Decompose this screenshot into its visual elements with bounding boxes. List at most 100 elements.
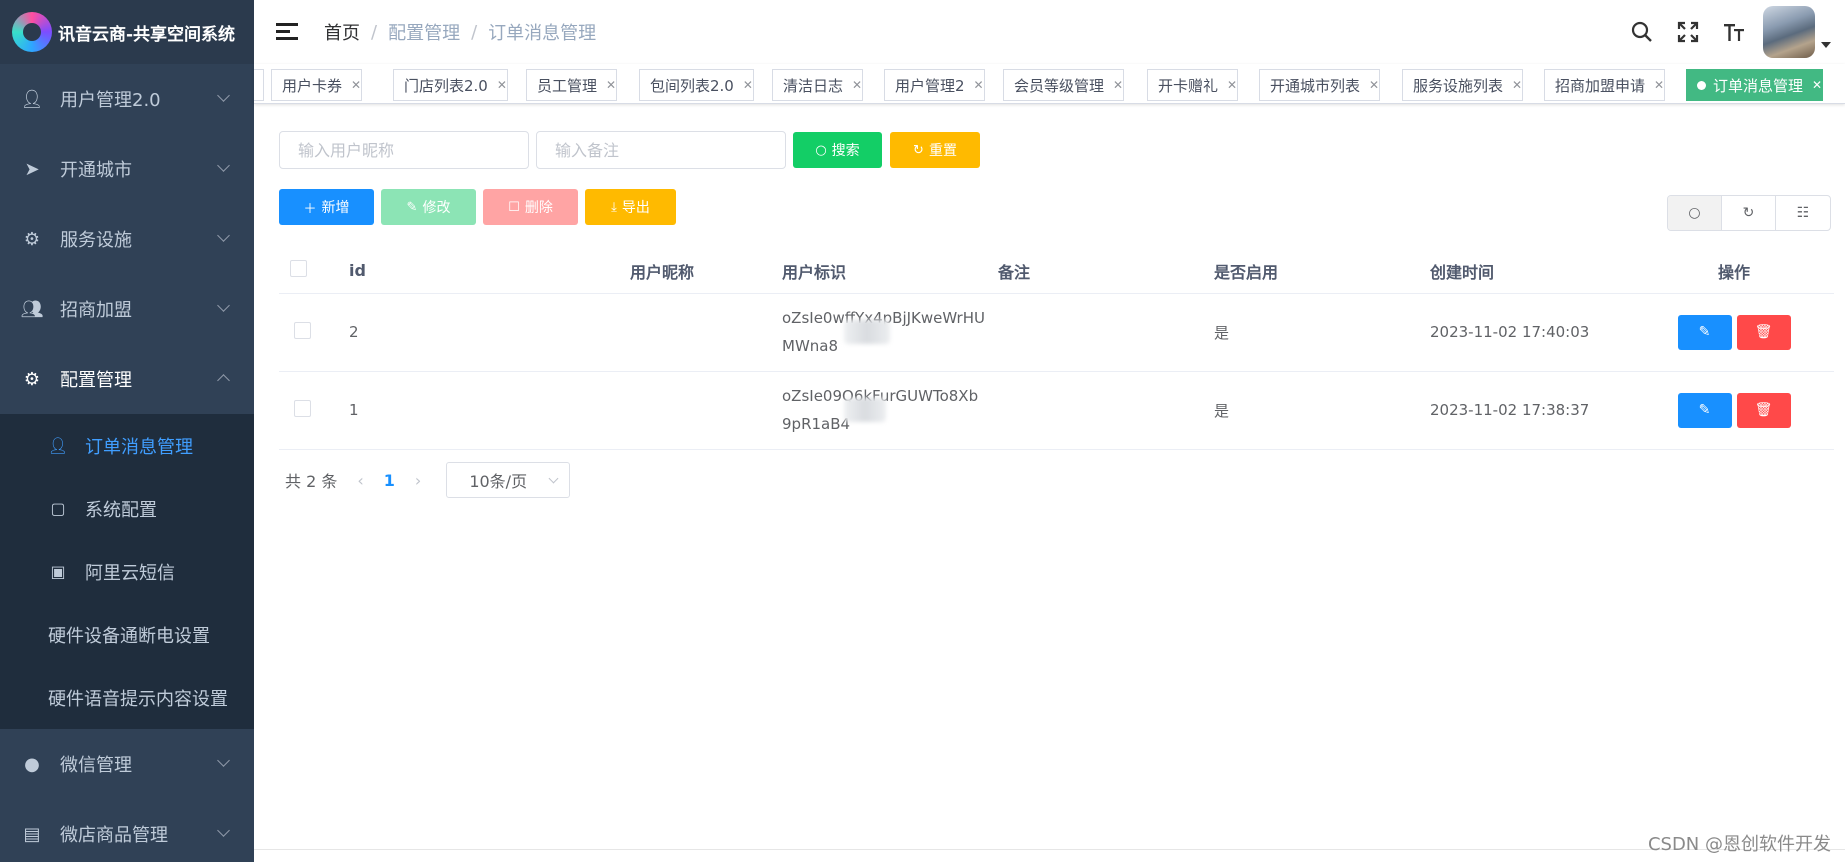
row-checkbox[interactable] (294, 399, 311, 417)
close-icon[interactable]: ✕ (743, 78, 753, 92)
column-header[interactable]: 用户标识 (770, 249, 986, 294)
nickname-search-input[interactable] (279, 131, 529, 169)
hamburger-icon[interactable] (276, 23, 298, 41)
chevron-down-icon (217, 299, 230, 312)
edit-button[interactable]: ✎ 修改 (381, 189, 476, 225)
logo[interactable]: 讯音云商-共享空间系统 (0, 0, 254, 64)
breadcrumb: 首页 / 配置管理 / 订单消息管理 (324, 19, 596, 45)
fullscreen-icon[interactable] (1665, 0, 1711, 64)
sidebar-item-shop[interactable]: ▤ 微店商品管理 (0, 799, 254, 862)
tag-item[interactable]: 员工管理 ✕ (526, 69, 618, 101)
sidebar-item-system-config[interactable]: ▢ 系统配置 (0, 477, 254, 540)
sidebar-item-cities[interactable]: ➤ 开通城市 (0, 134, 254, 204)
tag-item[interactable]: 服务设施列表 ✕ (1402, 69, 1524, 101)
table-tools: ○ ↻ ☷ (1667, 195, 1831, 231)
prev-page-icon[interactable]: ‹ (357, 471, 363, 490)
tag-label: 服务设施列表 (1413, 76, 1504, 95)
export-button[interactable]: ⤓ 导出 (585, 189, 676, 225)
toggle-search-icon[interactable]: ○ (1668, 196, 1722, 230)
tag-item-active[interactable]: 订单消息管理 ✕ (1686, 69, 1824, 101)
pagination-total: 共 2 条 (285, 472, 338, 491)
tag-item[interactable]: 包间列表2.0 ✕ (639, 69, 754, 101)
sidebar-item-label: 开通城市 (60, 160, 132, 181)
row-edit-button[interactable]: ✎ (1677, 392, 1732, 428)
sidebar-item-label: 用户管理2.0 (60, 90, 161, 111)
close-icon[interactable]: ✕ (1227, 78, 1237, 92)
tag-item[interactable]: 会员等级管理 ✕ (1003, 69, 1125, 101)
caret-down-icon[interactable] (1821, 42, 1831, 48)
tag-item[interactable]: 招商加盟申请 ✕ (1544, 69, 1666, 101)
cell-actions: ✎ 🗑︎ (1634, 293, 1834, 372)
close-icon[interactable]: ✕ (1654, 78, 1664, 92)
tag-item[interactable]: 开卡赠礼 ✕ (1147, 69, 1239, 101)
tag-item[interactable]: 门店列表2.0 ✕ (393, 69, 508, 101)
reset-button[interactable]: ↻ 重置 (890, 132, 980, 168)
close-icon[interactable]: ✕ (1113, 78, 1123, 92)
sidebar-item-aliyun-sms[interactable]: ▣ 阿里云短信 (0, 540, 254, 603)
close-icon[interactable]: ✕ (974, 78, 984, 92)
sidebar-item-user-management[interactable]: 👤︎ 用户管理2.0 (0, 64, 254, 134)
row-delete-button[interactable]: 🗑︎ (1736, 314, 1791, 350)
sidebar-item-wechat[interactable]: ● 微信管理 (0, 729, 254, 799)
font-size-icon[interactable] (1711, 0, 1757, 64)
column-header[interactable]: 创建时间 (1418, 249, 1634, 294)
sidebar-item-power-settings[interactable]: 硬件设备通断电设置 (0, 603, 254, 666)
delete-button[interactable]: ☐ 删除 (483, 189, 578, 225)
close-icon[interactable]: ✕ (497, 78, 507, 92)
table-row[interactable]: 1 oZsIe09Q6kFurGUWTo8Xb 9pR1aB4 是 2023-1… (279, 371, 1834, 450)
cell-actions: ✎ 🗑︎ (1634, 371, 1834, 450)
divider (254, 849, 1845, 850)
logo-icon (12, 12, 52, 52)
close-icon[interactable]: ✕ (1512, 78, 1522, 92)
sidebar-item-franchise[interactable]: 👥︎ 招商加盟 (0, 274, 254, 344)
tag-item[interactable]: 清洁日志 ✕ (772, 69, 864, 101)
close-icon[interactable]: ✕ (606, 78, 616, 92)
add-button[interactable]: ＋新增 (279, 189, 374, 225)
row-delete-button[interactable]: 🗑︎ (1736, 392, 1791, 428)
tag-item[interactable]: 用户管理2 ✕ (884, 69, 985, 101)
sidebar-item-label: 硬件设备通断电设置 (48, 625, 210, 647)
remark-search-input[interactable] (536, 131, 786, 169)
close-icon[interactable]: ✕ (351, 78, 361, 92)
column-header[interactable]: 备注 (986, 249, 1202, 294)
users-icon: 👥︎ (20, 298, 44, 320)
search-icon[interactable] (1619, 0, 1665, 64)
tag-label: 清洁日志 (783, 76, 844, 95)
cell-created: 2023-11-02 17:40:03 (1418, 293, 1634, 372)
table-row[interactable]: 2 oZsIe0wffYx4pBjJKweWrHU MWna8 是 2023-1… (279, 293, 1834, 372)
row-edit-button[interactable]: ✎ (1677, 314, 1732, 350)
avatar[interactable] (1763, 6, 1815, 58)
row-checkbox[interactable] (294, 321, 311, 339)
columns-grid-icon[interactable]: ☷ (1776, 196, 1830, 230)
page-number-current[interactable]: 1 (384, 471, 395, 490)
sidebar-item-config[interactable]: ⚙ 配置管理 (0, 344, 254, 414)
tag-item[interactable]: 开通城市列表 ✕ (1259, 69, 1381, 101)
tag-item[interactable] (254, 69, 264, 101)
sidebar-item-voice-settings[interactable]: 硬件语音提示内容设置 (0, 666, 254, 729)
sidebar-item-order-messages[interactable]: 👤︎ 订单消息管理 (0, 414, 254, 477)
column-header[interactable]: id (338, 249, 554, 294)
tag-label: 招商加盟申请 (1555, 76, 1646, 95)
close-icon[interactable]: ✕ (852, 78, 862, 92)
search-button[interactable]: ○ 搜索 (793, 132, 882, 168)
table-header: id 用户昵称 用户标识 备注 是否启用 创建时间 操作 (279, 249, 1834, 294)
column-header[interactable]: 是否启用 (1202, 249, 1418, 294)
edit-icon: ✎ (406, 199, 418, 215)
chevron-down-icon (548, 473, 559, 484)
trash-icon: ☐ (508, 199, 520, 215)
breadcrumb-home[interactable]: 首页 (324, 19, 360, 45)
action-toolbar: ＋新增 ✎ 修改 ☐ 删除 ⤓ 导出 (279, 189, 676, 225)
send-icon: ➤ (24, 158, 40, 180)
next-page-icon[interactable]: › (415, 471, 421, 490)
column-header[interactable]: 用户昵称 (554, 249, 770, 294)
refresh-icon[interactable]: ↻ (1722, 196, 1776, 230)
tag-item[interactable]: 用户卡券 ✕ (271, 69, 363, 101)
select-all-checkbox[interactable] (290, 260, 307, 278)
close-icon[interactable]: ✕ (1369, 78, 1379, 92)
page-size-select[interactable]: 10条/页 (446, 462, 571, 498)
sidebar: 讯音云商-共享空间系统 👤︎ 用户管理2.0 ➤ 开通城市 ⚙ 服务设施 👥︎ … (0, 0, 254, 862)
chevron-down-icon (217, 89, 230, 102)
search-icon: ○ (815, 142, 827, 158)
close-icon[interactable]: ✕ (1812, 78, 1822, 92)
sidebar-item-facilities[interactable]: ⚙ 服务设施 (0, 204, 254, 274)
